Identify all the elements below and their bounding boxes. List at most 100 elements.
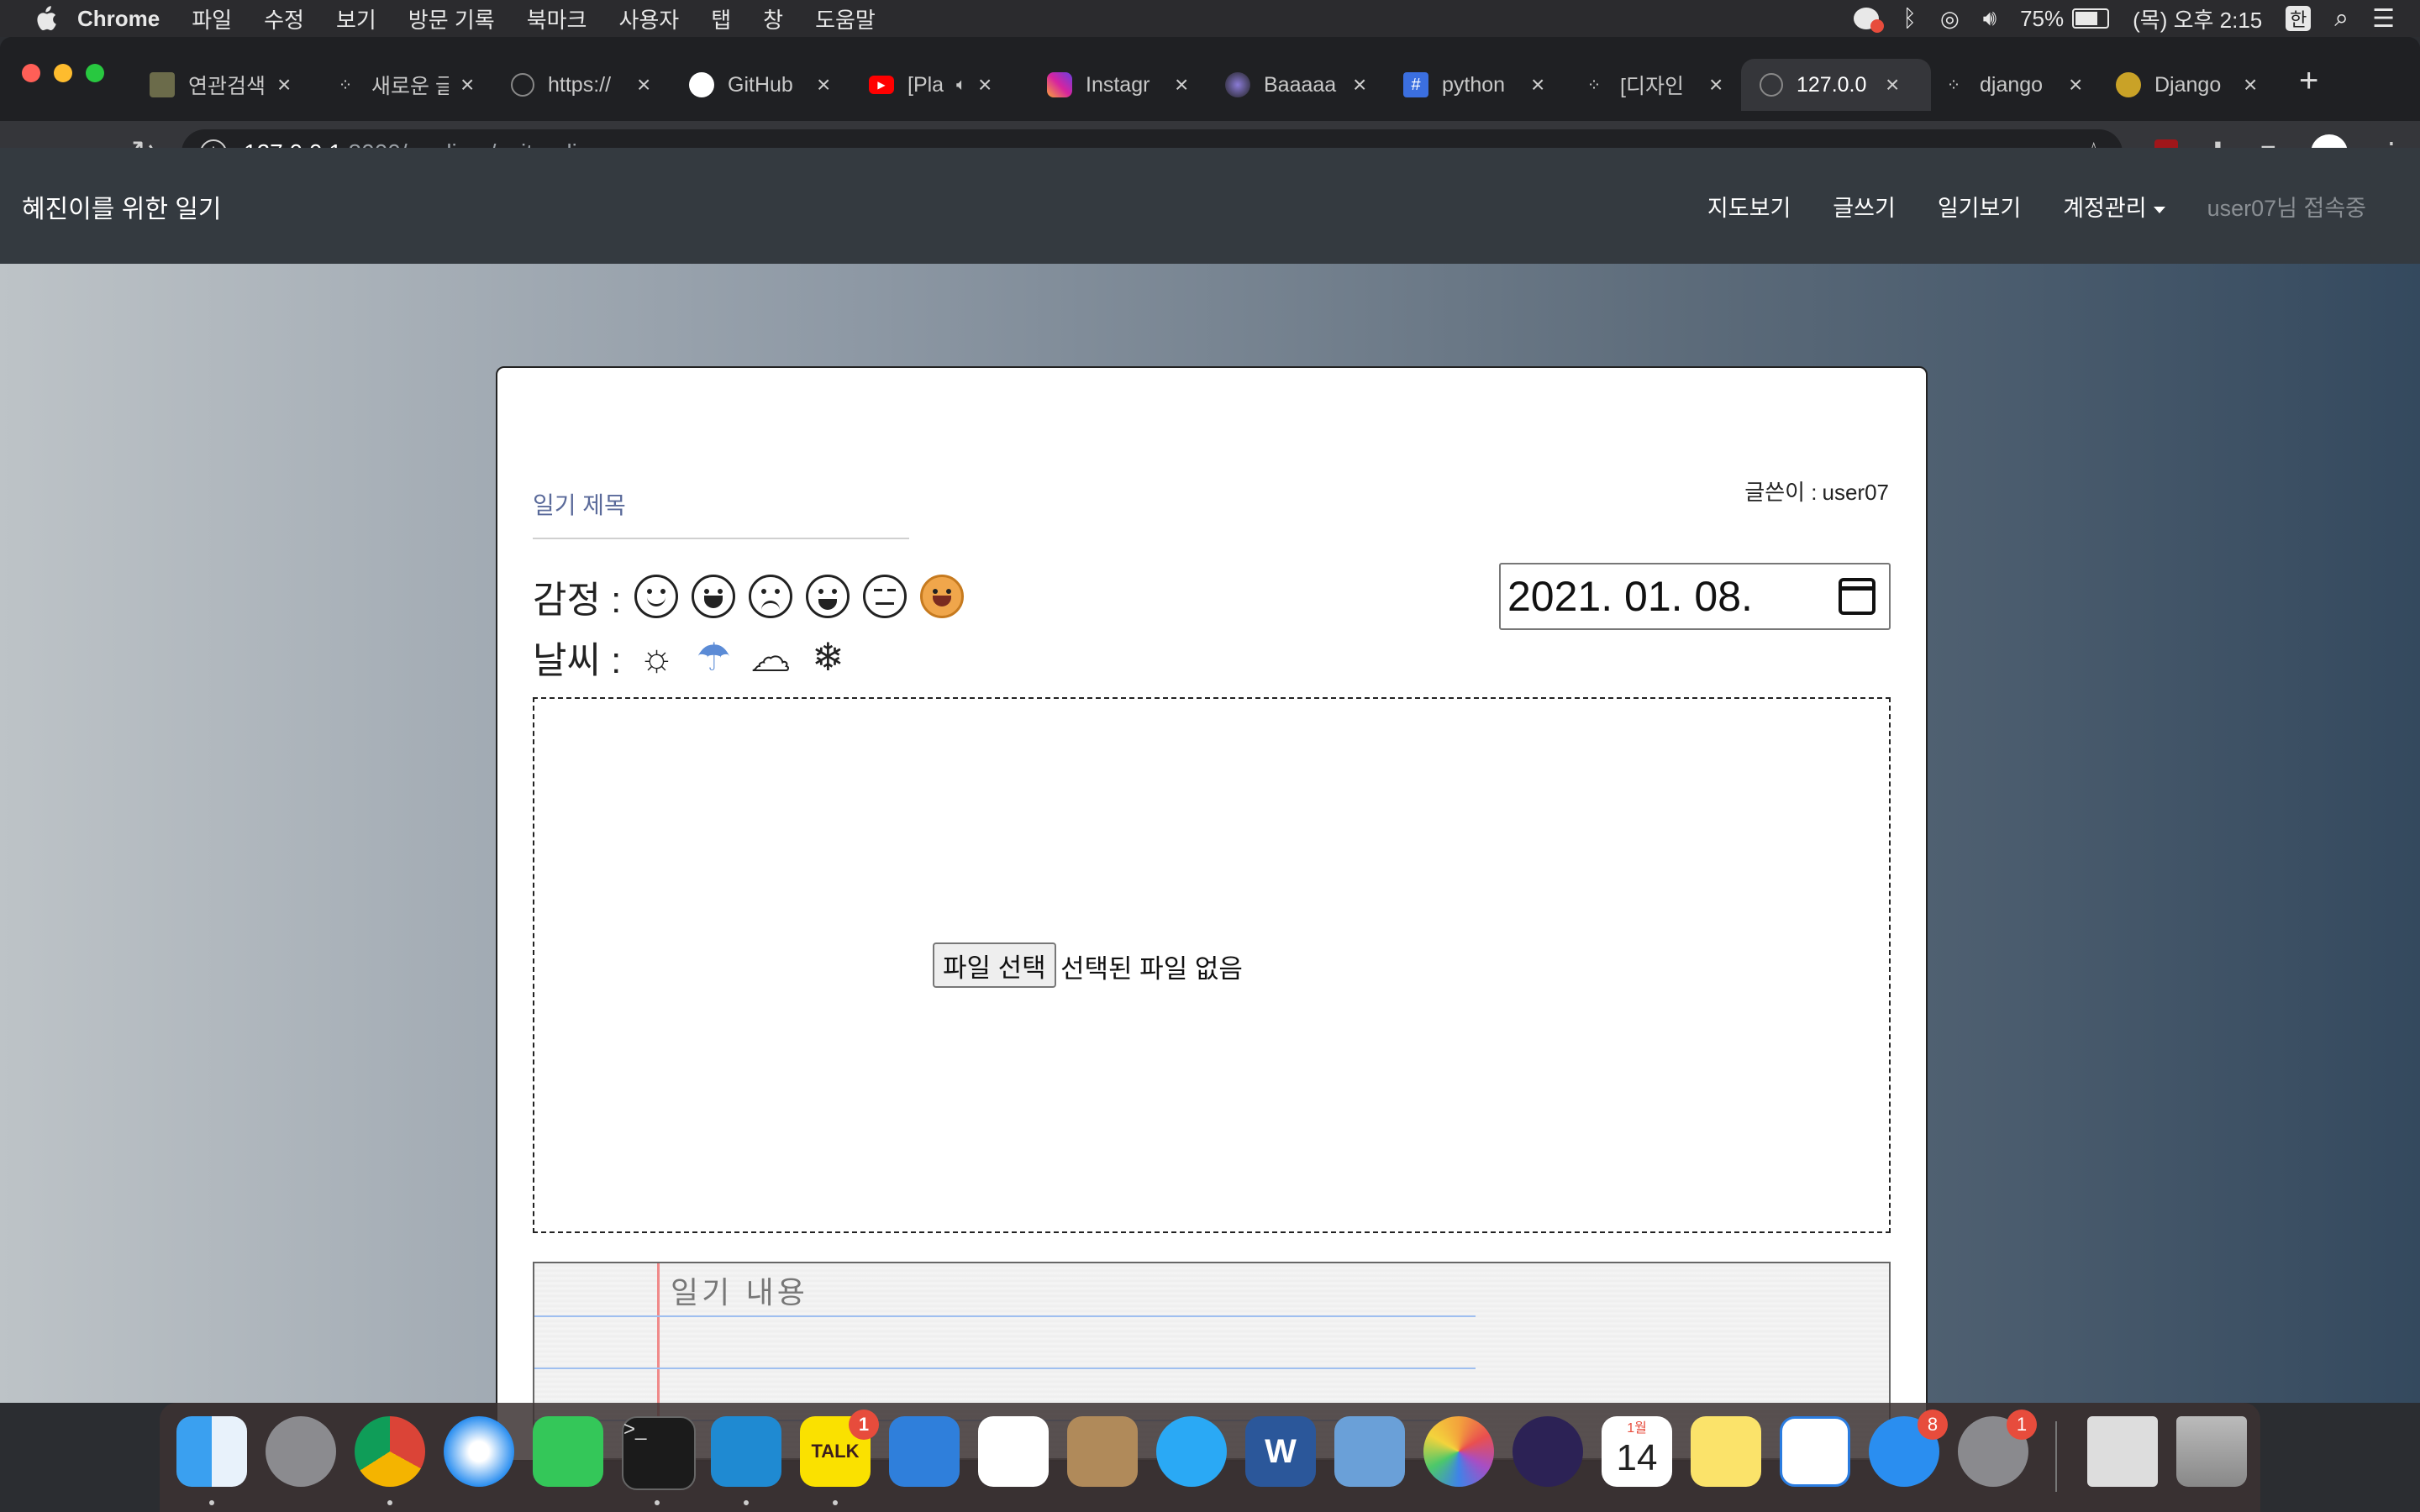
keynote-icon[interactable] bbox=[1780, 1416, 1850, 1487]
menu-history[interactable]: 방문 기록 bbox=[408, 3, 495, 34]
menu-tab[interactable]: 탭 bbox=[711, 3, 731, 34]
close-tab-icon[interactable]: × bbox=[2244, 71, 2257, 98]
laughing-icon[interactable] bbox=[692, 575, 736, 618]
eclipse-icon[interactable] bbox=[1512, 1416, 1583, 1487]
tab-label: Instagr bbox=[1086, 72, 1150, 97]
menu-window[interactable]: 창 bbox=[763, 3, 783, 34]
choose-file-button[interactable]: 파일 선택 bbox=[933, 942, 1056, 988]
downloads-stack-icon[interactable] bbox=[2087, 1416, 2158, 1487]
facetime-icon[interactable] bbox=[533, 1416, 603, 1487]
browser-tab-active[interactable]: 127.0.0 × bbox=[1741, 59, 1931, 111]
system-preferences-icon[interactable]: 1 bbox=[1958, 1410, 2037, 1487]
messages-icon[interactable] bbox=[1156, 1416, 1227, 1487]
menu-view[interactable]: 보기 bbox=[336, 3, 376, 34]
sun-icon[interactable]: ☼ bbox=[634, 635, 678, 679]
nav-write-link[interactable]: 글쓰기 bbox=[1833, 190, 1896, 223]
finder-icon[interactable] bbox=[176, 1416, 247, 1487]
kakaotalk-icon[interactable]: TALK 1 bbox=[800, 1410, 879, 1487]
nav-map-link[interactable]: 지도보기 bbox=[1707, 190, 1791, 223]
cloud-icon[interactable]: ☁ bbox=[749, 634, 792, 680]
chrome-icon[interactable] bbox=[355, 1416, 425, 1487]
calendar-day: 14 bbox=[1616, 1437, 1658, 1478]
volume-icon[interactable]: 🔊︎ bbox=[1983, 5, 1996, 32]
browser-tab[interactable]: ⁘ [디자인 × bbox=[1581, 59, 1741, 111]
tab-audio-icon[interactable]: 🔈︎ bbox=[956, 76, 966, 95]
close-tab-icon[interactable]: × bbox=[1353, 71, 1366, 98]
expressionless-icon[interactable] bbox=[863, 575, 908, 618]
snowflake-icon[interactable]: ❄ bbox=[806, 635, 850, 679]
photos-icon[interactable] bbox=[1423, 1416, 1494, 1487]
battery-icon[interactable] bbox=[2072, 8, 2110, 29]
battery-percent[interactable]: 75% bbox=[2020, 6, 2064, 32]
browser-tab[interactable]: ⁘ django × bbox=[1941, 59, 2101, 111]
menu-app-name[interactable]: Chrome bbox=[77, 6, 160, 32]
calendar-month: 1월 bbox=[1627, 1421, 1647, 1436]
close-tab-icon[interactable]: × bbox=[2069, 71, 2082, 98]
close-tab-icon[interactable]: × bbox=[1531, 71, 1544, 98]
spotlight-search-icon[interactable]: ⌕ bbox=[2334, 4, 2349, 33]
crying-icon[interactable] bbox=[806, 575, 850, 618]
word-icon[interactable]: W bbox=[1245, 1416, 1316, 1487]
date-input[interactable]: 2021. 01. 08. bbox=[1499, 563, 1891, 630]
smile-icon[interactable] bbox=[634, 575, 679, 618]
close-tab-icon[interactable]: × bbox=[1886, 71, 1899, 98]
menu-edit[interactable]: 수정 bbox=[264, 3, 304, 34]
diary-title-input[interactable]: 일기 제목 bbox=[533, 470, 909, 539]
mail-icon[interactable] bbox=[1334, 1416, 1405, 1487]
close-tab-icon[interactable]: × bbox=[277, 71, 291, 98]
account-dropdown[interactable]: 계정관리 bbox=[2063, 190, 2165, 223]
bluetooth-icon[interactable]: ᛒ bbox=[1902, 5, 1917, 32]
contacts-icon[interactable] bbox=[1067, 1416, 1138, 1487]
site-brand[interactable]: 혜진이를 위한 일기 bbox=[22, 188, 221, 225]
notes-icon[interactable] bbox=[1691, 1416, 1761, 1487]
image-upload-area[interactable]: 파일 선택 선택된 파일 없음 bbox=[533, 697, 1891, 1233]
menu-profiles[interactable]: 사용자 bbox=[618, 3, 679, 34]
browser-tab[interactable]: ⁘ 새로운 글 × bbox=[333, 59, 492, 111]
naver-notification-icon[interactable] bbox=[1854, 8, 1885, 33]
close-tab-icon[interactable]: × bbox=[1709, 71, 1723, 98]
notification-badge: 1 bbox=[2007, 1410, 2037, 1440]
browser-tab[interactable]: 연관검색 × bbox=[150, 59, 309, 111]
close-tab-icon[interactable]: × bbox=[978, 71, 992, 98]
umbrella-icon[interactable]: ☂ bbox=[692, 635, 735, 679]
calendar-icon[interactable] bbox=[1839, 578, 1876, 615]
calendar-app-icon[interactable]: 1월 14 bbox=[1602, 1416, 1672, 1487]
menu-help[interactable]: 도움말 bbox=[815, 3, 876, 34]
trash-icon[interactable] bbox=[2176, 1416, 2247, 1487]
menu-file[interactable]: 파일 bbox=[192, 3, 232, 34]
close-window-button[interactable] bbox=[22, 64, 40, 82]
close-tab-icon[interactable]: × bbox=[1175, 71, 1188, 98]
nav-view-diary-link[interactable]: 일기보기 bbox=[1938, 190, 2021, 223]
minimize-window-button[interactable] bbox=[54, 64, 72, 82]
control-center-icon[interactable]: ☰ bbox=[2372, 4, 2395, 34]
apple-logo-icon[interactable] bbox=[34, 5, 57, 32]
zoom-window-button[interactable] bbox=[86, 64, 104, 82]
browser-tab[interactable]: Baaaaa × bbox=[1225, 59, 1385, 111]
input-source-indicator[interactable]: 한 bbox=[2286, 6, 2312, 31]
browser-tab[interactable]: https:// × bbox=[511, 59, 671, 111]
xcode-icon[interactable] bbox=[889, 1416, 960, 1487]
safari-icon[interactable] bbox=[444, 1416, 514, 1487]
close-tab-icon[interactable]: × bbox=[637, 71, 650, 98]
browser-tab[interactable]: Instagr × bbox=[1047, 59, 1207, 111]
menubar-clock[interactable]: (목) 오후 2:15 bbox=[2133, 3, 2262, 34]
new-tab-button[interactable]: + bbox=[2299, 62, 2318, 100]
launchpad-icon[interactable] bbox=[266, 1416, 336, 1487]
tab-label: 127.0.0 bbox=[1797, 72, 1867, 97]
browser-tab[interactable]: Django × bbox=[2116, 59, 2275, 111]
airplay-icon[interactable]: ◎ bbox=[1940, 6, 1960, 32]
appstore-icon[interactable]: 8 bbox=[1869, 1410, 1948, 1487]
hot-face-icon[interactable] bbox=[920, 575, 965, 618]
browser-tab[interactable]: ▶ [Pla 🔈︎ × bbox=[869, 59, 1028, 111]
vscode-icon[interactable] bbox=[711, 1416, 781, 1487]
browser-tab[interactable]: GitHub × bbox=[689, 59, 849, 111]
weather-row: 날씨 : ☼ ☂ ☁ ❄ bbox=[533, 630, 850, 684]
pages-icon[interactable] bbox=[978, 1416, 1049, 1487]
close-tab-icon[interactable]: × bbox=[817, 71, 830, 98]
terminal-icon[interactable]: >_ bbox=[622, 1416, 696, 1490]
tab-label: [Pla bbox=[908, 72, 944, 97]
close-tab-icon[interactable]: × bbox=[460, 71, 474, 98]
angry-icon[interactable] bbox=[749, 575, 793, 618]
menu-bookmarks[interactable]: 북마크 bbox=[527, 3, 587, 34]
browser-tab[interactable]: # python × bbox=[1403, 59, 1563, 111]
